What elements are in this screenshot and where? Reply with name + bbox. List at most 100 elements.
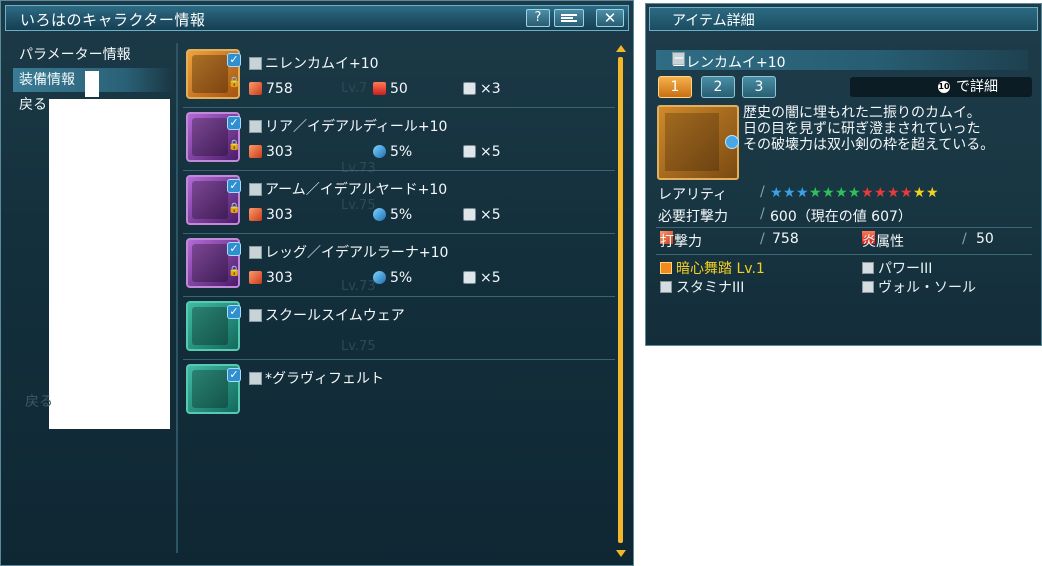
rarity-star-icon: ★	[796, 185, 809, 201]
rarity-star-icon: ★	[913, 185, 926, 201]
tab-2[interactable]: 2	[701, 76, 735, 98]
equipment-row[interactable]: ✓ 🔒 ニレンカムイ+10 758 50 ×3	[183, 45, 615, 108]
required-value: 600（現在の値 607）	[770, 209, 912, 225]
tab-3[interactable]: 3	[742, 76, 776, 98]
attack-stat: 303	[249, 270, 293, 286]
resist-icon	[373, 271, 386, 284]
resist-stat: 5%	[373, 144, 412, 160]
rarity-label: レアリティ	[658, 187, 728, 203]
detail-hint: 10 で詳細	[850, 77, 1032, 97]
slot-icon	[463, 82, 476, 95]
lock-icon: 🔒	[228, 266, 241, 277]
redaction-box	[49, 99, 170, 429]
equipped-check-icon: ✓	[227, 53, 241, 67]
tab-1[interactable]: 1	[658, 76, 692, 98]
rarity-star-icon: ★	[809, 185, 822, 201]
rarity-star-icon: ★	[783, 185, 796, 201]
ability-item: ヴォル・ソール	[862, 277, 976, 296]
item-name: *グラヴィフェルト	[249, 368, 384, 388]
detail-hint-text: で詳細	[956, 79, 998, 95]
background-ghost-text: 戻る	[25, 394, 53, 410]
rarity-star-icon: ★	[848, 185, 861, 201]
element-badge-icon	[725, 135, 739, 149]
attack-value: 758	[772, 231, 799, 247]
detail-title: アイテム詳細	[672, 13, 755, 29]
equipment-row[interactable]: ✓ スクールスイムウェア	[183, 297, 615, 360]
mag-type-icon	[249, 372, 262, 385]
rarity-star-icon: ★	[770, 185, 783, 201]
unit-type-icon	[249, 246, 262, 259]
rarity-star-icon: ★	[874, 185, 887, 201]
unit-type-icon	[249, 183, 262, 196]
separator	[656, 227, 1032, 228]
slot-stat: ×5	[463, 270, 501, 286]
attack-stat: 303	[249, 144, 293, 160]
equipped-check-icon: ✓	[227, 305, 241, 319]
ability-item: 暗心舞踏 Lv.1	[660, 258, 765, 277]
scroll-up-arrow-icon[interactable]	[616, 45, 626, 52]
slot-stat: ×3	[463, 81, 501, 97]
resist-icon	[373, 145, 386, 158]
equipped-check-icon: ✓	[227, 179, 241, 193]
description-line: その破壊力は双小剣の枠を超えている。	[743, 137, 995, 153]
equipment-row[interactable]: ✓ 🔒 アーム／イデアルヤード+10 303 5% ×5	[183, 171, 615, 234]
menu-item-parameters[interactable]: パラメーター情報	[13, 43, 173, 67]
attack-icon	[249, 271, 262, 284]
unit-type-icon	[249, 120, 262, 133]
window-title-bar[interactable]: いろはのキャラクター情報 ? ✕	[5, 5, 629, 31]
attack-icon	[249, 145, 262, 158]
element-label: 炎属性	[862, 234, 904, 250]
rarity-star-icon: ★	[861, 185, 874, 201]
key-badge-icon: 10	[938, 81, 950, 93]
lock-icon: 🔒	[228, 77, 241, 88]
costume-type-icon	[249, 309, 262, 322]
weapon-type-icon	[249, 57, 262, 70]
attack-icon	[249, 82, 262, 95]
ability-icon	[660, 281, 672, 293]
detail-item-name: ニレンカムイ+10	[672, 55, 786, 71]
equipped-check-icon: ✓	[227, 242, 241, 256]
chat-toggle-button[interactable]	[554, 9, 584, 27]
close-button[interactable]: ✕	[596, 9, 624, 27]
chat-lines-icon	[561, 14, 577, 22]
item-detail-window: アイテム詳細 ニレンカムイ+10 1 2 3 10 で詳細 歴史の闇に埋もれた二…	[645, 3, 1042, 346]
column-divider	[176, 43, 178, 553]
rarity-star-icon: ★	[926, 185, 939, 201]
element-value: 50	[976, 231, 994, 247]
attack-label: 打撃力	[660, 234, 702, 250]
rarity-stars: ★★★★★★★★★★★★★	[770, 185, 939, 200]
equipment-list: ✓ 🔒 ニレンカムイ+10 758 50 ×3 ✓ 🔒 リア／イデアルディール+…	[183, 45, 615, 422]
slot-stat: ×5	[463, 144, 501, 160]
character-info-window: いろはのキャラクター情報 ? ✕ パラメーター情報 装備情報 戻る 戻る Lv.…	[0, 0, 634, 566]
equipment-row[interactable]: ✓ 🔒 レッグ／イデアルラーナ+10 303 5% ×5	[183, 234, 615, 297]
detail-title-bar[interactable]: アイテム詳細	[649, 7, 1038, 31]
rarity-star-icon: ★	[900, 185, 913, 201]
ability-item: スタミナIII	[660, 277, 744, 296]
description-line: 歴史の闇に埋もれた二振りのカムイ。	[743, 105, 981, 121]
equipped-check-icon: ✓	[227, 368, 241, 382]
ability-icon	[862, 262, 874, 274]
ability-item: パワーIII	[862, 258, 932, 277]
equipment-row[interactable]: ✓ *グラヴィフェルト	[183, 360, 615, 422]
scrollbar[interactable]	[615, 45, 627, 557]
lock-icon: 🔒	[228, 203, 241, 214]
redaction-box	[85, 71, 99, 97]
scroll-thumb[interactable]	[618, 57, 623, 543]
ability-icon	[862, 281, 874, 293]
equipment-row[interactable]: ✓ 🔒 リア／イデアルディール+10 303 5% ×5	[183, 108, 615, 171]
item-name-bar: ニレンカムイ+10	[656, 50, 1028, 71]
scroll-down-arrow-icon[interactable]	[616, 550, 626, 557]
special-ability-icon	[660, 262, 672, 274]
slot-stat: ×5	[463, 207, 501, 223]
lock-icon: 🔒	[228, 140, 241, 151]
resist-stat: 5%	[373, 207, 412, 223]
katana-icon	[657, 105, 739, 180]
separator	[656, 254, 1032, 255]
item-name: ニレンカムイ+10	[249, 53, 379, 73]
rarity-star-icon: ★	[887, 185, 900, 201]
detail-stats: 打撃力 / 758 炎属性 / 50	[660, 231, 994, 250]
fire-icon	[373, 82, 386, 95]
item-name: リア／イデアルディール+10	[249, 116, 447, 136]
attack-stat: 303	[249, 207, 293, 223]
help-button[interactable]: ?	[526, 9, 550, 27]
